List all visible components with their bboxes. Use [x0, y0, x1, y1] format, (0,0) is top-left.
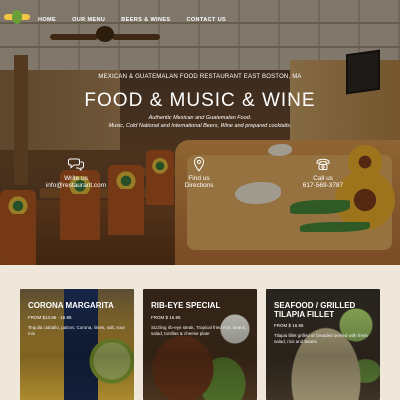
hero-subline-2: Music, Cold National and International B… [108, 123, 292, 129]
find-us-block[interactable]: Find us Directions [154, 156, 244, 189]
card-description: Tilapia fillet grilled or breaded served… [274, 333, 368, 344]
main-nav: HOME OUR MENU BEERS & WINES CONTACT US [38, 17, 226, 23]
special-card-margarita[interactable]: CORONA MARGARITA FROM $13.95 - 16.95 Teq… [20, 289, 134, 400]
call-us-label: Call us [313, 175, 333, 182]
directions-link[interactable]: Directions [154, 182, 244, 189]
hero-overlay [0, 0, 400, 265]
find-us-label: Find us [188, 175, 210, 182]
special-card-tilapia[interactable]: SEAFOOD / GRILLED TILAPIA FILLET FROM $ … [266, 289, 380, 400]
card-price: FROM $ 16.95 [274, 323, 304, 328]
phone-number[interactable]: 617-569-3787 [278, 182, 368, 189]
hero-subline-1: Authentic Mexican and Guatemalan Food. [148, 115, 252, 121]
call-us-block[interactable]: Call us 617-569-3787 [278, 156, 368, 189]
write-us-block[interactable]: Write us info@restaurant.com [31, 156, 121, 189]
phone-icon [316, 158, 330, 170]
nav-contact-us[interactable]: CONTACT US [186, 17, 226, 23]
write-us-email[interactable]: info@restaurant.com [31, 182, 121, 189]
specials-section: CORONA MARGARITA FROM $13.95 - 16.95 Teq… [0, 265, 400, 400]
card-title: RIB-EYE SPECIAL [151, 301, 221, 310]
nav-beers-wines[interactable]: BEERS & WINES [121, 17, 170, 23]
nav-our-menu[interactable]: OUR MENU [72, 17, 105, 23]
hero-headline: FOOD & MUSIC & WINE [84, 90, 316, 111]
card-price: FROM $13.95 - 16.95 [28, 315, 72, 320]
chat-bubbles-icon [68, 158, 84, 172]
nav-home[interactable]: HOME [38, 17, 56, 23]
special-card-rib-eye[interactable]: RIB-EYE SPECIAL FROM $ 16.95 Sizzling ri… [143, 289, 257, 400]
card-description: Tequila ciaballo, patron, Corona, limes,… [28, 325, 126, 336]
restaurant-logo[interactable] [4, 10, 30, 24]
hero-tagline: MEXICAN & GUATEMALAN FOOD RESTAURANT EAS… [98, 74, 302, 80]
write-us-label: Write us [64, 175, 88, 182]
card-description: Sizzling rib-eye steak, Tropical fried r… [151, 325, 247, 336]
card-title: CORONA MARGARITA [28, 301, 114, 310]
hero-section: HOME OUR MENU BEERS & WINES CONTACT US M… [0, 0, 400, 265]
location-pin-icon [193, 156, 205, 172]
card-price: FROM $ 16.95 [151, 315, 181, 320]
card-title: SEAFOOD / GRILLED TILAPIA FILLET [274, 301, 356, 319]
